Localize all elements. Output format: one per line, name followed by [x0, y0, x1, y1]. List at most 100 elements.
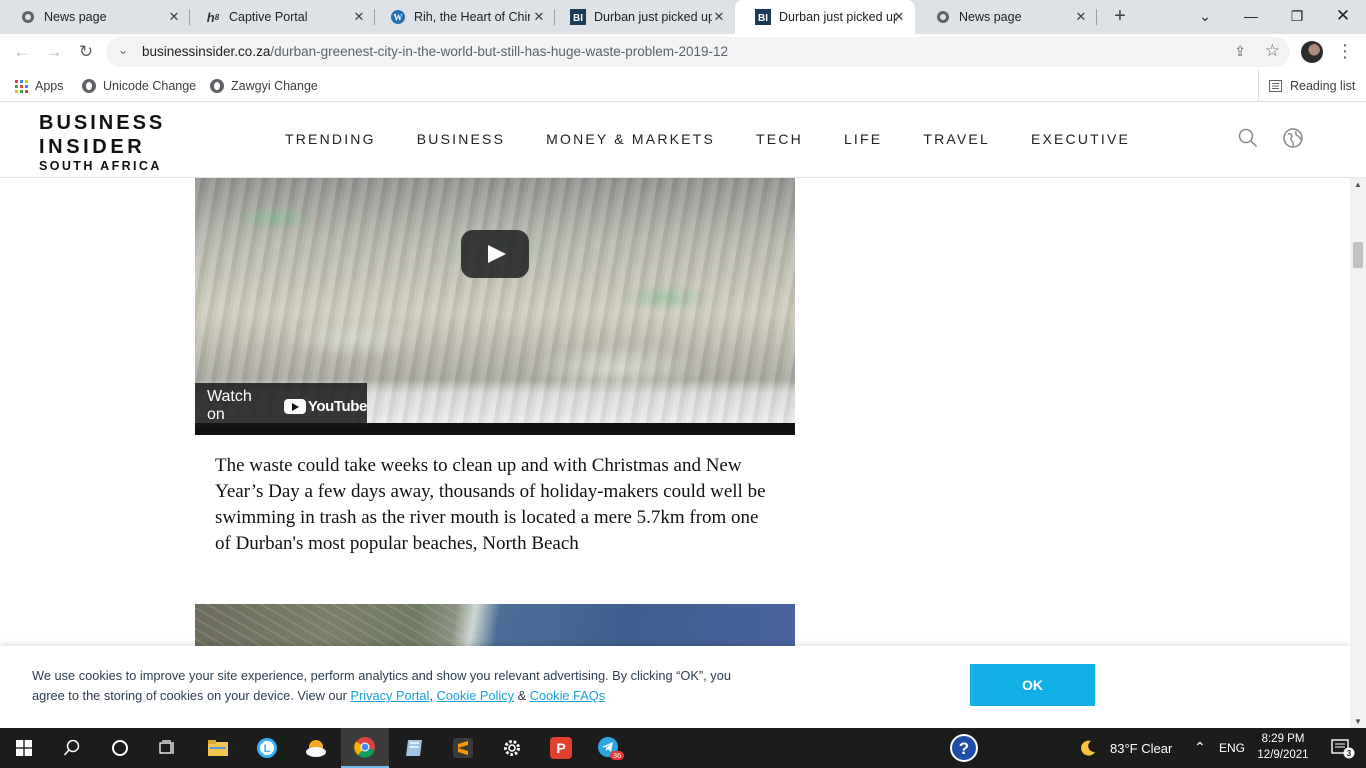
apps-grid-icon [15, 79, 28, 93]
settings-gear-icon[interactable] [488, 728, 536, 768]
profile-avatar[interactable] [1301, 41, 1323, 63]
moon-weather-icon[interactable] [1068, 728, 1108, 768]
tab-title: Captive Portal [229, 10, 308, 24]
tab-rih-heart-of-chin[interactable]: W Rih, the Heart of Chin ✕ [370, 0, 555, 34]
close-tab-icon[interactable]: ✕ [531, 9, 547, 25]
page-scrollbar[interactable]: ▲ ▼ [1350, 178, 1366, 728]
nav-executive[interactable]: EXECUTIVE [1031, 131, 1130, 147]
new-tab-button[interactable]: + [1108, 5, 1132, 29]
address-url[interactable]: businessinsider.co.za/durban-greenest-ci… [142, 44, 728, 59]
scrollbar-thumb[interactable] [1353, 242, 1363, 268]
close-tab-icon[interactable]: ✕ [1073, 9, 1089, 25]
tab-title: News page [959, 10, 1022, 24]
tab-title: Durban just picked up [594, 10, 712, 24]
help-question-icon[interactable]: ? [940, 728, 988, 768]
windows-start-icon[interactable] [0, 728, 48, 768]
notification-center-icon[interactable]: 3 [1318, 728, 1366, 768]
nav-money-markets[interactable]: MONEY & MARKETS [546, 131, 715, 147]
chrome-icon[interactable] [341, 728, 389, 768]
url-path: /durban-greenest-city-in-the-world-but-s… [270, 44, 729, 59]
close-tab-icon[interactable]: ✕ [166, 9, 182, 25]
system-clock[interactable]: 8:29 PM 12/9/2021 [1252, 731, 1314, 763]
nav-business[interactable]: BUSINESS [417, 131, 505, 147]
nav-life[interactable]: LIFE [844, 131, 882, 147]
language-indicator[interactable]: ENG [1219, 741, 1245, 755]
search-icon[interactable] [48, 728, 96, 768]
psiphon-icon[interactable]: P [537, 728, 585, 768]
youtube-embed[interactable]: Watch on YouTube [195, 178, 795, 435]
cookie-ok-button[interactable]: OK [970, 664, 1095, 706]
back-arrow-icon[interactable]: ← [10, 40, 34, 64]
scroll-up-arrow-icon[interactable]: ▲ [1353, 180, 1363, 189]
tab-captive-portal[interactable]: h8 Captive Portal ✕ [185, 0, 375, 34]
notification-count: 3 [1347, 749, 1352, 758]
share-icon[interactable]: ⇪ [1234, 43, 1246, 60]
browser-toolbar: ← → ↻ ⌄ businessinsider.co.za/durban-gre… [0, 34, 1366, 70]
svg-text:P: P [556, 740, 565, 756]
bookmark-unicode-change[interactable]: Unicode Change [82, 77, 196, 95]
cortana-icon[interactable] [96, 728, 144, 768]
bookmark-apps[interactable]: Apps [15, 77, 64, 95]
svg-text:BI: BI [573, 13, 583, 24]
tab-durban-active[interactable]: BI Durban just picked up ✕ [735, 0, 915, 34]
youtube-logo: YouTube [283, 397, 368, 415]
youtube-brand: YouTube [307, 397, 368, 415]
bookmark-star-icon[interactable]: ☆ [1265, 41, 1280, 61]
tab-news-page-2[interactable]: News page ✕ [915, 0, 1097, 34]
l-app-icon[interactable]: L [243, 728, 291, 768]
telegram-badge: 36 [613, 751, 621, 760]
site-logo[interactable]: BUSINESS INSIDER SOUTH AFRICA [39, 111, 169, 173]
site-info-chevron-icon[interactable]: ⌄ [118, 43, 128, 57]
privacy-portal-link[interactable]: Privacy Portal [350, 688, 429, 703]
nav-travel[interactable]: TRAVEL [923, 131, 990, 147]
close-tab-icon[interactable]: ✕ [351, 9, 367, 25]
telegram-icon[interactable]: 36 [586, 728, 634, 768]
tab-news-page-1[interactable]: News page ✕ [0, 0, 190, 34]
scroll-down-arrow-icon[interactable]: ▼ [1353, 717, 1363, 726]
nav-tech[interactable]: TECH [756, 131, 803, 147]
task-view-icon[interactable] [144, 728, 192, 768]
svg-text:BI: BI [758, 13, 768, 24]
url-domain: businessinsider.co.za [142, 44, 271, 59]
bookmark-label: Unicode Change [103, 79, 197, 93]
tab-title: News page [44, 10, 107, 24]
cookie-faqs-link[interactable]: Cookie FAQs [530, 688, 605, 703]
watch-on-youtube-button[interactable]: Watch on YouTube [195, 383, 367, 429]
search-icon[interactable] [1238, 128, 1258, 148]
reading-list-button[interactable]: Reading list [1258, 70, 1355, 101]
tray-chevron-up-icon[interactable]: ⌃ [1194, 739, 1206, 756]
play-button[interactable] [461, 230, 529, 278]
close-tab-icon[interactable]: ✕ [711, 9, 727, 25]
close-window-button[interactable]: ✕ [1320, 0, 1366, 34]
bookmark-label: Zawgyi Change [231, 79, 318, 93]
tab-durban-1[interactable]: BI Durban just picked up ✕ [550, 0, 735, 34]
globe-icon [20, 9, 36, 25]
bi-icon: BI [570, 9, 586, 25]
reload-icon[interactable]: ↻ [74, 40, 98, 64]
watch-on-label: Watch on [207, 388, 252, 423]
nav-trending[interactable]: TRENDING [285, 131, 376, 147]
tab-search-chevron-icon[interactable]: ⌄ [1182, 0, 1228, 34]
bookmark-label: Apps [35, 79, 64, 93]
more-menu-icon[interactable]: ⋮ [1336, 39, 1354, 63]
globe-icon [210, 79, 224, 93]
forward-arrow-icon[interactable]: → [42, 40, 66, 64]
sublime-text-icon[interactable] [439, 728, 487, 768]
main-nav: TRENDING BUSINESS MONEY & MARKETS TECH L… [285, 131, 1171, 147]
cookie-policy-link[interactable]: Cookie Policy [437, 688, 515, 703]
weather-text[interactable]: 83°F Clear [1110, 741, 1172, 756]
bookmark-zawgyi-change[interactable]: Zawgyi Change [210, 77, 318, 95]
restore-button[interactable]: ❐ [1274, 0, 1320, 34]
wordpress-icon: W [390, 9, 406, 25]
clock-date: 12/9/2021 [1257, 749, 1309, 761]
h8-icon: h8 [206, 9, 220, 25]
windows-taskbar: L P 36 ? 83°F Clear ⌃ ENG 8:29 PM 12/9/2… [0, 728, 1366, 768]
cookie-message: We use cookies to improve your site expe… [32, 666, 752, 706]
globe-icon[interactable] [1283, 128, 1303, 148]
file-explorer-icon[interactable] [194, 728, 242, 768]
weather-app-icon[interactable] [292, 728, 340, 768]
address-bar[interactable]: ⌄ businessinsider.co.za/durban-greenest-… [106, 37, 1290, 67]
close-tab-icon[interactable]: ✕ [891, 9, 907, 25]
notes-app-icon[interactable] [390, 728, 438, 768]
minimize-button[interactable]: — [1228, 0, 1274, 34]
